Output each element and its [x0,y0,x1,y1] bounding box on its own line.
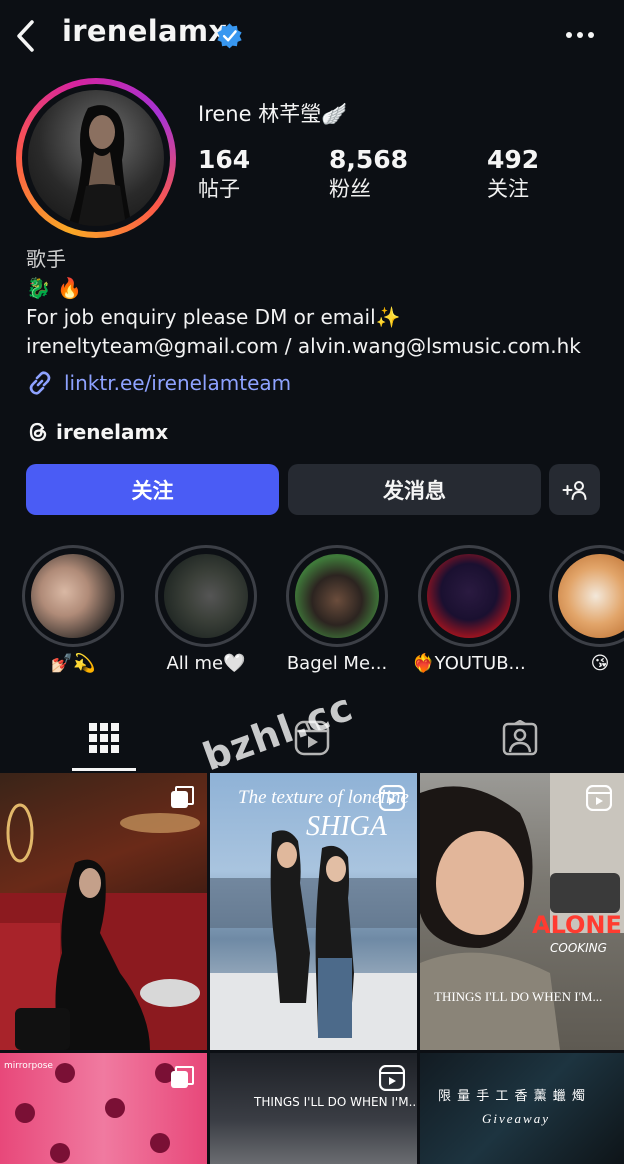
post-caption: Giveaway [482,1111,550,1126]
tab-posts-grid[interactable] [0,705,208,771]
highlight-label: 💅🏻💫 [50,653,96,674]
follow-button[interactable]: 关注 [26,464,279,515]
post-caption: ALONE [532,911,622,939]
highlight-cover [31,554,115,638]
dot-icon [566,32,572,38]
bio-email-line: ireneltyteam@gmail.com / alvin.wang@lsmu… [26,334,581,358]
dot-icon [588,32,594,38]
reel-icon [586,785,612,811]
highlight-label: ❤️‍🔥YOUTUB... [412,653,526,674]
display-name: Irene 林芊瑩🪽 [198,102,348,126]
post-caption: SHIGA [306,811,387,842]
post-thumbnail[interactable] [0,773,207,1050]
message-button[interactable]: 发消息 [288,464,541,515]
dot-icon [577,32,583,38]
bio-link[interactable]: linktr.ee/irenelamteam [26,368,291,398]
threads-badge[interactable]: irenelamx [26,418,168,446]
story-highlight[interactable]: 😘 [549,545,624,674]
story-highlight[interactable]: Bagel Me... [286,545,388,674]
post-caption: COOKING [550,941,607,955]
posts-label: 帖子 [198,177,240,201]
post-thumbnail[interactable]: THINGS I'LL DO WHEN I'M... [210,1053,417,1164]
bio-category: 歌手 [26,247,66,271]
post-thumbnail[interactable]: The texture of loneline SHIGA [210,773,417,1050]
post-caption: mirrorpose [4,1061,53,1071]
highlight-label: All me🤍 [166,653,246,674]
suggested-accounts-button[interactable] [549,464,600,515]
verified-badge-icon [217,23,242,49]
reel-icon [379,1065,405,1091]
multi-photo-icon [171,786,194,808]
post-caption: THINGS I'LL DO WHEN I'M... [434,989,603,1004]
tab-tagged[interactable] [416,705,624,771]
multi-photo-icon [171,1066,194,1088]
highlight-label: Bagel Me... [286,653,388,674]
bio-emoji-line: 🐉 🔥 [26,276,83,300]
threads-icon [29,422,47,442]
followers-label: 粉丝 [329,177,371,201]
highlight-cover [427,554,511,638]
bio-text-line: For job enquiry please DM or email✨ [26,305,401,329]
chevron-left-icon [17,20,34,52]
back-button[interactable] [10,16,42,56]
grid-icon [89,723,119,753]
story-highlight[interactable]: All me🤍 [155,545,257,674]
story-highlight[interactable]: ❤️‍🔥YOUTUB... [412,545,526,674]
highlight-cover [164,554,248,638]
bio-link-text: linktr.ee/irenelamteam [64,371,292,395]
post-thumbnail[interactable]: ALONE COOKING THINGS I'LL DO WHEN I'M... [420,773,624,1050]
profile-username: irenelamx [62,14,228,48]
tagged-person-icon [502,720,538,756]
post-thumbnail[interactable]: mirrorpose [0,1053,207,1164]
stat-posts[interactable]: 164 帖子 [198,146,250,204]
avatar [28,90,164,226]
add-person-icon [562,480,586,500]
posts-count: 164 [198,145,251,174]
more-options-button[interactable] [560,22,600,48]
post-thumbnail[interactable]: 限 量 手 工 香 薰 蠟 燭 Giveaway [420,1053,624,1164]
post-caption: THINGS I'LL DO WHEN I'M... [254,1095,417,1109]
stat-followers[interactable]: 8,568 粉丝 [329,146,408,204]
stat-following[interactable]: 492 关注 [487,146,539,204]
link-icon [29,371,51,395]
reel-icon [379,785,405,811]
story-ring[interactable] [16,78,176,238]
threads-handle: irenelamx [56,420,169,444]
post-image [0,803,207,1050]
avatar-portrait [68,105,132,226]
active-tab-indicator [72,768,136,771]
following-count: 492 [487,145,540,174]
highlight-cover [295,554,379,638]
highlight-label: 😘 [590,653,610,674]
following-label: 关注 [487,177,529,201]
highlight-cover [558,554,624,638]
post-caption: 限 量 手 工 香 薰 蠟 燭 [438,1089,586,1104]
top-bar: irenelamx [0,0,624,72]
story-highlight[interactable]: 💅🏻💫 [22,545,124,674]
followers-count: 8,568 [329,145,409,174]
